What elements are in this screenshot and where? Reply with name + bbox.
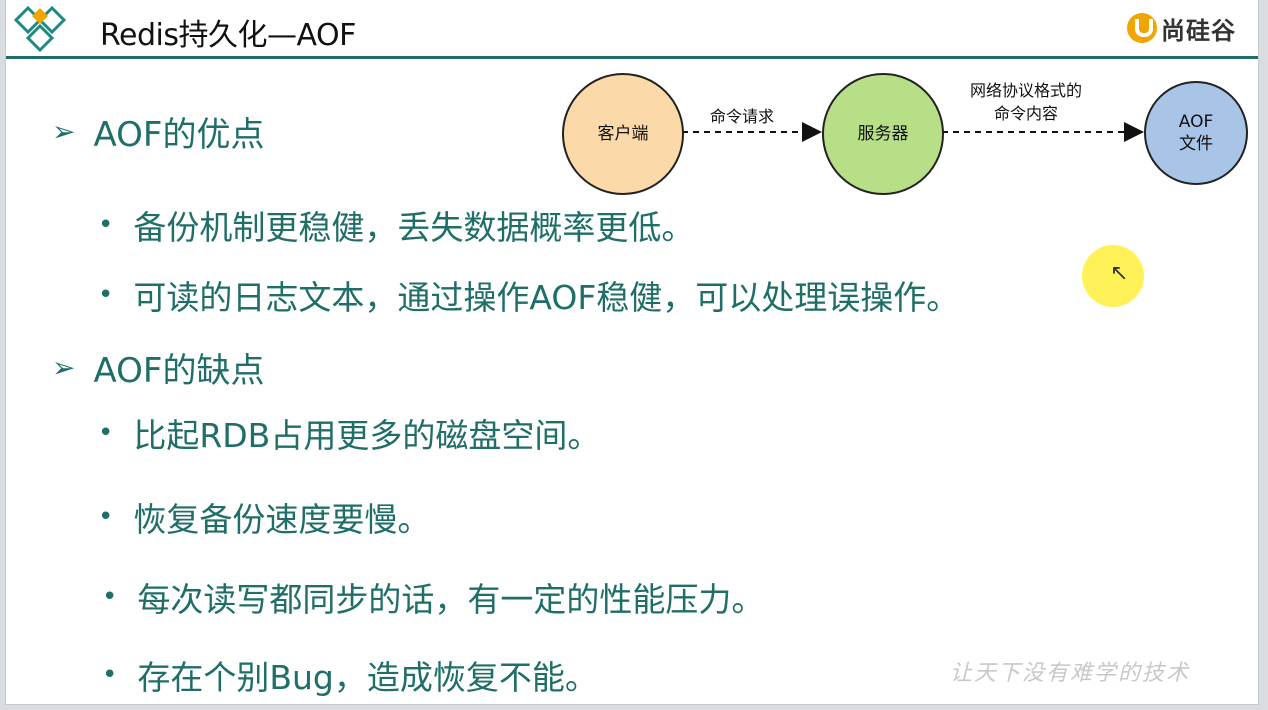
heading-arrow-icon: ➢	[52, 115, 76, 148]
watermark-slogan: 让天下没有难学的技术	[950, 661, 1191, 686]
aof-node-label-line1: AOF	[1178, 111, 1214, 132]
heading-text: AOF的优点	[93, 115, 265, 155]
server-node: 服务器	[822, 73, 944, 195]
client-node: 客户端	[562, 73, 684, 195]
heading-text: AOF的缺点	[93, 351, 265, 391]
list-item: • 比起RDB占用更多的磁盘空间。	[98, 409, 600, 457]
bullet-icon: •	[98, 210, 114, 240]
list-item: • 存在个别Bug，造成恢复不能。	[102, 651, 598, 699]
brand: 尚硅谷	[1127, 10, 1236, 46]
server-node-label: 服务器	[857, 123, 909, 144]
brand-name: 尚硅谷	[1161, 16, 1236, 45]
edge-label-protocol-line1: 网络协议格式的	[970, 81, 1083, 100]
list-item-text: 备份机制更稳健，丢失数据概率更低。	[133, 208, 695, 247]
list-item-text: 比起RDB占用更多的磁盘空间。	[133, 416, 601, 455]
heading-arrow-icon: ➢	[52, 351, 76, 384]
diamond-logo-icon	[14, 5, 67, 53]
edge-label-protocol-line2: 命令内容	[994, 104, 1059, 124]
cursor-icon: ↖	[1110, 261, 1129, 286]
brand-logo-icon	[1127, 13, 1157, 43]
heading-aof-pros: ➢ AOF的优点	[52, 107, 264, 156]
list-item-text: 恢复备份速度要慢。	[133, 500, 431, 539]
list-item-text: 可读的日志文本，通过操作AOF稳健，可以处理误操作。	[133, 278, 960, 317]
bullet-icon: •	[98, 418, 114, 448]
list-item-text: 每次读写都同步的话，有一定的性能压力。	[137, 580, 765, 619]
edge-label-request: 命令请求	[710, 107, 775, 126]
aof-file-node: AOF 文件	[1144, 81, 1248, 185]
bullet-icon: •	[98, 280, 114, 310]
client-node-label: 客户端	[597, 123, 649, 144]
slide: Redis持久化—AOF 尚硅谷 客户端 服务器 AOF 文件 命令请求 网络协…	[6, 0, 1258, 704]
list-item: • 恢复备份速度要慢。	[98, 493, 430, 541]
list-item-text: 存在个别Bug，造成恢复不能。	[137, 658, 598, 697]
edge-label-protocol: 网络协议格式的 命令内容	[970, 79, 1082, 125]
list-item: • 备份机制更稳健，丢失数据概率更低。	[98, 201, 694, 249]
page-title: Redis持久化—AOF	[100, 18, 356, 53]
heading-aof-cons: ➢ AOF的缺点	[52, 343, 264, 392]
bullet-icon: •	[102, 660, 118, 690]
aof-node-label-line2: 文件	[1179, 134, 1213, 154]
slide-content: 客户端 服务器 AOF 文件 命令请求 网络协议格式的 命令内容 ➢ AOF的优…	[6, 59, 1258, 704]
list-item: • 每次读写都同步的话，有一定的性能压力。	[102, 573, 764, 621]
list-item: • 可读的日志文本，通过操作AOF稳健，可以处理误操作。	[98, 271, 959, 319]
slide-header: Redis持久化—AOF 尚硅谷	[6, 0, 1258, 59]
bullet-icon: •	[98, 502, 114, 532]
bullet-icon: •	[102, 582, 118, 612]
